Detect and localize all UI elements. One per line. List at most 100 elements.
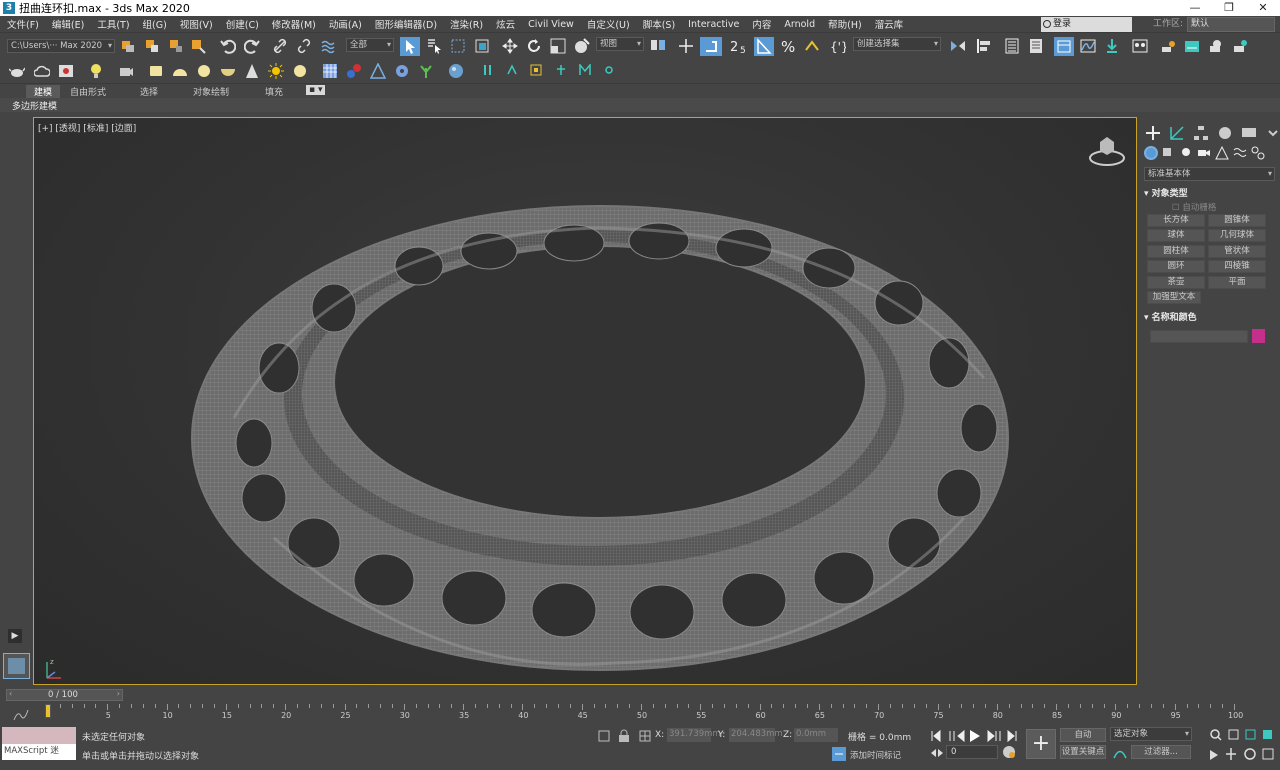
close-button[interactable]: ✕ [1246,0,1280,16]
project-folder-dropdown[interactable]: C:\Users\··· Max 2020 [7,39,115,53]
keyboard-shortcut-override-icon[interactable] [700,37,722,56]
hierarchy-tab-icon[interactable] [1193,125,1209,141]
layer-explorer-icon[interactable] [1028,38,1044,54]
rotate-icon[interactable] [526,38,542,54]
menu-item[interactable]: 渲染(R) [443,17,489,31]
create-10-button[interactable]: 平面 [1208,275,1266,289]
pivot-center-icon[interactable] [650,38,666,54]
capsule-icon[interactable] [346,63,362,79]
menu-item[interactable]: 动画(A) [322,17,368,31]
lights-category-icon[interactable] [1179,146,1193,160]
lock-icon[interactable] [618,729,630,743]
unlink-selection-icon[interactable] [168,38,184,54]
object-name-input[interactable] [1150,330,1248,343]
x-coordinate-field[interactable]: 391.739mm [667,728,721,742]
render-setup-icon[interactable] [1160,38,1176,54]
default-tangents-icon[interactable] [1113,745,1127,759]
auto-grid-checkbox[interactable]: ☐ 自动栅格 [1172,201,1216,213]
m-tool-icon[interactable] [579,64,591,76]
time-tag-icon[interactable] [832,747,846,761]
cameras-category-icon[interactable] [1197,146,1211,160]
align-icon[interactable] [976,38,992,54]
menu-item[interactable]: 创建(C) [219,17,265,31]
create-2-button[interactable]: 圆锥体 [1208,214,1266,227]
camera-gear-icon[interactable] [118,63,134,79]
playback-controls[interactable] [930,729,1020,743]
maximize-button[interactable]: ❐ [1212,0,1246,16]
modify-tab-icon[interactable] [1169,125,1185,141]
create-7-button[interactable]: 圆环 [1147,260,1205,274]
named-selection-sets-dropdown[interactable]: 创建选择集 [853,37,941,51]
frame-tool-icon[interactable] [530,64,542,76]
rectangular-selection-icon[interactable] [450,38,466,54]
spacewarps-category-icon[interactable] [1233,146,1247,160]
rendered-frame-window-icon[interactable] [1184,38,1200,54]
link-icon[interactable] [272,38,288,54]
create-11-button[interactable]: 加强型文本 [1147,291,1201,304]
mirror-icon[interactable] [950,38,966,54]
menu-item[interactable]: 内容 [745,17,777,31]
render-frame-icon[interactable] [58,63,74,79]
reference-coordinate-dropdown[interactable]: 视图 [596,37,644,51]
curve-editor-mini-icon[interactable] [13,709,29,721]
dot-tool-icon[interactable] [604,65,614,75]
menu-item[interactable]: 图形编辑器(D) [368,17,443,31]
undo-icon[interactable] [220,38,236,54]
login-dropdown[interactable]: 登录 [1041,17,1132,32]
create-5-button[interactable]: 圆柱体 [1147,244,1205,258]
create-1-button[interactable]: 长方体 [1147,214,1205,227]
ribbon-tab[interactable]: 选择 [140,85,158,98]
select-link-icon[interactable] [144,38,160,54]
teapot-icon[interactable] [9,63,25,79]
shapes-category-icon[interactable] [1161,146,1175,160]
maxscript-input[interactable]: MAXScript 迷 [2,744,76,760]
menu-item[interactable]: 脚本(S) [636,17,681,31]
cone-light-icon[interactable] [244,63,260,79]
bind-icon[interactable] [320,38,336,54]
plant-icon[interactable] [418,63,434,79]
key-filters-button[interactable]: 过滤器... [1131,745,1191,759]
pause-tool-icon[interactable] [482,64,494,76]
name-color-rollout[interactable]: ▾ 名称和颜色 [1144,310,1273,323]
geometry-category-icon[interactable] [1144,146,1158,160]
ribbon-tab[interactable]: 建模 [26,85,61,98]
current-frame-field[interactable]: 0 [946,745,998,759]
set-key-button[interactable]: 设置关键点 [1060,745,1106,759]
object-color-swatch[interactable] [1252,329,1265,343]
sphere-shape-icon[interactable] [196,63,212,79]
menu-item[interactable]: 帮助(H) [821,17,868,31]
viewcube-icon[interactable] [1086,132,1128,168]
create-6-button[interactable]: 管状体 [1208,244,1266,258]
selection-filter-dropdown[interactable]: 全部 [346,38,394,52]
select-by-name-icon[interactable] [426,38,442,54]
move-icon[interactable] [502,38,518,54]
box-shape-icon[interactable] [148,63,164,79]
menu-item[interactable]: 编辑(E) [45,17,90,31]
unlink-icon[interactable] [296,38,312,54]
primitive-category-dropdown[interactable]: 标准基本体 [1144,167,1275,181]
timeline-ruler[interactable]: 0510152025303540455055606570758085909510… [44,704,1243,724]
particle-grid-icon[interactable] [322,63,338,79]
key-filter-selection-dropdown[interactable]: 选定对象 [1110,727,1192,741]
absolute-mode-icon[interactable] [638,729,652,743]
menu-item[interactable]: 视图(V) [173,17,219,31]
select-manipulate-icon[interactable] [678,38,694,54]
create-8-button[interactable]: 四棱锥 [1208,260,1266,274]
render-in-cloud-icon[interactable] [1232,38,1248,54]
add-time-tag-button[interactable]: 添加时间标记 [850,749,901,761]
spinner-snap-icon[interactable] [804,38,820,54]
perspective-viewport[interactable]: [+] [透视] [标准] [边面] z [33,117,1137,685]
create-tab-icon[interactable] [1145,125,1161,141]
object-type-rollout[interactable]: ▾ 对象类型 [1144,186,1273,199]
create-4-button[interactable]: 几何球体 [1208,229,1266,243]
curve-editor-icon[interactable] [1080,38,1096,54]
schematic-view-icon[interactable] [1104,38,1120,54]
tent-icon[interactable] [370,63,386,79]
redo-icon[interactable] [244,38,260,54]
time-cursor[interactable] [45,704,51,718]
light-bulb-icon[interactable] [88,63,104,79]
ribbon-tab[interactable]: 自由形式 [70,85,106,98]
z-coordinate-field[interactable]: 0.0mm [794,728,838,742]
utilities-tab-icon[interactable] [1265,125,1280,141]
menu-item[interactable]: 自定义(U) [580,17,636,31]
